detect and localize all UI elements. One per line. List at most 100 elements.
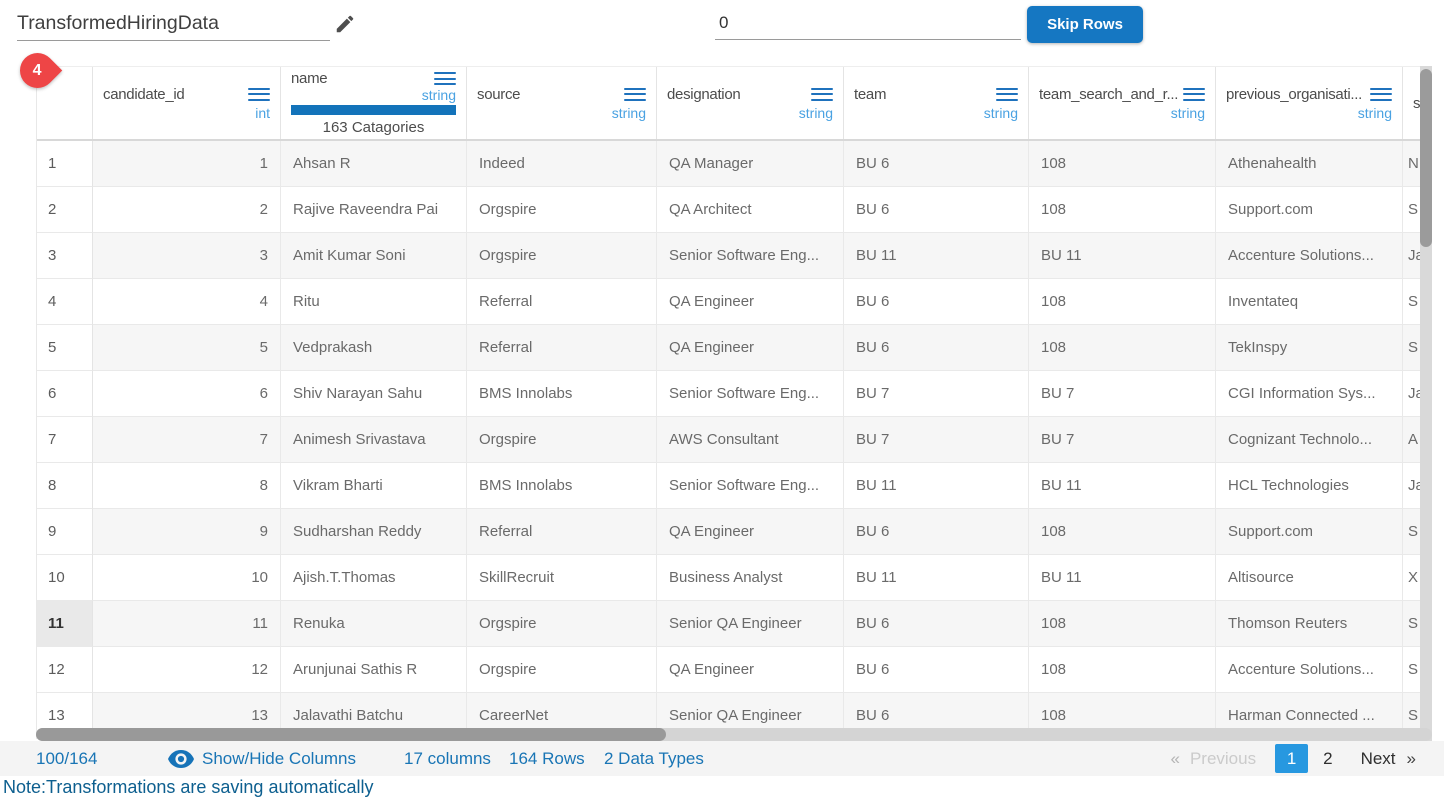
cell-team_search_and_r: 108 [1029, 325, 1216, 371]
cell-name: Animesh Srivastava [281, 417, 467, 463]
column-menu-icon[interactable] [1183, 88, 1205, 101]
cell-source: Orgspire [467, 417, 657, 463]
row-number-cell[interactable]: 5 [37, 325, 93, 371]
show-hide-columns-label: Show/Hide Columns [202, 749, 356, 769]
pagination: « Previous 1 2 Next » [1170, 741, 1416, 776]
horizontal-scrollbar[interactable] [36, 728, 1432, 741]
pagination-next-arrow[interactable]: » [1407, 749, 1416, 769]
row-number-cell[interactable]: 9 [37, 509, 93, 555]
autosave-note: Note:Transformations are saving automati… [3, 777, 374, 798]
dataset-name-text: TransformedHiringData [17, 12, 219, 35]
table-row: 1212Arunjunai Sathis ROrgspireQA Enginee… [37, 647, 1421, 693]
cell-team: BU 11 [844, 233, 1029, 279]
table-row: 1111RenukaOrgspireSenior QA EngineerBU 6… [37, 601, 1421, 647]
row-number-cell[interactable]: 1 [37, 141, 93, 187]
cell-designation: QA Engineer [657, 647, 844, 693]
column-label: source [477, 86, 520, 103]
column-header-name[interactable]: namestring163 Catagories [281, 67, 467, 139]
cell-previous_organisati: Accenture Solutions... [1216, 647, 1403, 693]
table-body: 11Ahsan RIndeedQA ManagerBU 6108Athenahe… [37, 141, 1421, 739]
cell-designation: Senior Software Eng... [657, 233, 844, 279]
row-number-cell[interactable]: 6 [37, 371, 93, 417]
column-menu-icon[interactable] [248, 88, 270, 101]
table-header-row: candidate_idintnamestring163 Catagoriess… [37, 67, 1421, 141]
column-type-label: int [103, 105, 270, 121]
skip-rows-value: 0 [719, 13, 728, 33]
table-row: 77Animesh SrivastavaOrgspireAWS Consulta… [37, 417, 1421, 463]
column-header-candidate_id[interactable]: candidate_idint [93, 67, 281, 139]
column-header-team[interactable]: teamstring [844, 67, 1029, 139]
cell-name: Rajive Raveendra Pai [281, 187, 467, 233]
row-number-cell[interactable]: 12 [37, 647, 93, 693]
cell-name: Ahsan R [281, 141, 467, 187]
cell-designation: Senior QA Engineer [657, 601, 844, 647]
column-menu-icon[interactable] [811, 88, 833, 101]
column-menu-icon[interactable] [996, 88, 1018, 101]
column-type-label: string [1226, 105, 1392, 121]
horizontal-scrollbar-thumb[interactable] [36, 728, 666, 741]
cell-designation: QA Manager [657, 141, 844, 187]
cell-team_search_and_r: 108 [1029, 279, 1216, 325]
cell-source: Referral [467, 325, 657, 371]
column-menu-icon[interactable] [1370, 88, 1392, 101]
cell-team: BU 6 [844, 187, 1029, 233]
cell-partial: S [1403, 647, 1421, 693]
column-header-designation[interactable]: designationstring [657, 67, 844, 139]
types-count: 2 Data Types [604, 741, 704, 776]
cell-source: BMS Innolabs [467, 463, 657, 509]
cell-partial: S [1403, 325, 1421, 371]
pagination-next[interactable]: Next [1361, 749, 1396, 769]
cell-team: BU 6 [844, 325, 1029, 371]
table-row: 33Amit Kumar SoniOrgspireSenior Software… [37, 233, 1421, 279]
pagination-previous[interactable]: Previous [1190, 749, 1256, 769]
show-hide-columns-button[interactable]: Show/Hide Columns [168, 741, 356, 776]
dataset-name-input[interactable]: TransformedHiringData [17, 7, 330, 41]
cell-previous_organisati: Cognizant Technolo... [1216, 417, 1403, 463]
skip-rows-button[interactable]: Skip Rows [1027, 6, 1143, 43]
skip-rows-input[interactable]: 0 [715, 7, 1021, 40]
column-header-partial[interactable]: s [1403, 67, 1421, 139]
cell-partial: X [1403, 555, 1421, 601]
table-row: 44RituReferralQA EngineerBU 6108Inventat… [37, 279, 1421, 325]
cell-team: BU 6 [844, 601, 1029, 647]
column-header-previous_organisati[interactable]: previous_organisati...string [1216, 67, 1403, 139]
pagination-prev-arrow[interactable]: « [1170, 749, 1179, 769]
cell-name: Ajish.T.Thomas [281, 555, 467, 601]
row-number-cell[interactable]: 2 [37, 187, 93, 233]
cell-candidate_id: 4 [93, 279, 281, 325]
cell-previous_organisati: Accenture Solutions... [1216, 233, 1403, 279]
cell-team_search_and_r: 108 [1029, 601, 1216, 647]
edit-pencil-icon[interactable] [334, 13, 356, 35]
pagination-page-1[interactable]: 1 [1275, 744, 1308, 773]
column-menu-icon[interactable] [624, 88, 646, 101]
row-number-cell[interactable]: 3 [37, 233, 93, 279]
cell-team_search_and_r: BU 7 [1029, 371, 1216, 417]
cell-partial: Ja [1403, 463, 1421, 509]
column-header-source[interactable]: sourcestring [467, 67, 657, 139]
column-menu-icon[interactable] [434, 72, 456, 85]
table-row: 88Vikram BhartiBMS InnolabsSenior Softwa… [37, 463, 1421, 509]
cell-previous_organisati: TekInspy [1216, 325, 1403, 371]
cell-partial: S [1403, 187, 1421, 233]
cell-source: SkillRecruit [467, 555, 657, 601]
cell-partial: N [1403, 141, 1421, 187]
cell-name: Vikram Bharti [281, 463, 467, 509]
row-number-cell[interactable]: 11 [37, 601, 93, 647]
cell-team_search_and_r: BU 7 [1029, 417, 1216, 463]
vertical-scrollbar-thumb[interactable] [1420, 69, 1432, 247]
cell-team: BU 11 [844, 555, 1029, 601]
cell-partial: S [1403, 279, 1421, 325]
vertical-scrollbar[interactable] [1420, 66, 1432, 742]
columns-count: 17 columns [404, 741, 491, 776]
row-number-cell[interactable]: 4 [37, 279, 93, 325]
pagination-page-2[interactable]: 2 [1323, 749, 1332, 769]
row-number-cell[interactable]: 7 [37, 417, 93, 463]
row-number-cell[interactable]: 8 [37, 463, 93, 509]
table-row: 55VedprakashReferralQA EngineerBU 6108Te… [37, 325, 1421, 371]
cell-candidate_id: 6 [93, 371, 281, 417]
column-header-team_search_and_r[interactable]: team_search_and_r...string [1029, 67, 1216, 139]
row-number-cell[interactable]: 10 [37, 555, 93, 601]
cell-source: Orgspire [467, 647, 657, 693]
cell-team: BU 7 [844, 417, 1029, 463]
table-row: 11Ahsan RIndeedQA ManagerBU 6108Athenahe… [37, 141, 1421, 187]
